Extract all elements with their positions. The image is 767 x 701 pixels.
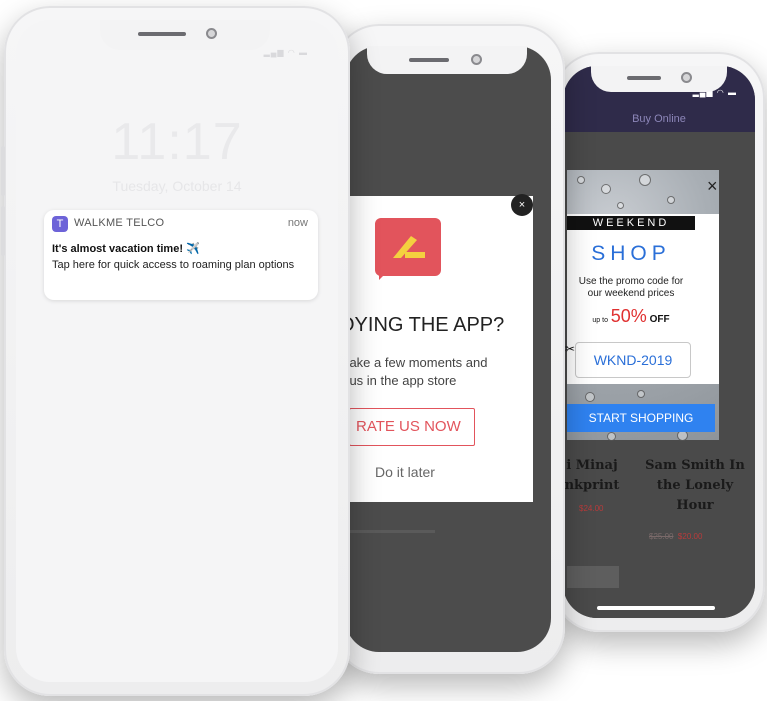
notification-card[interactable]: T WALKME TELCO now It's almost vacation … xyxy=(44,210,318,300)
notification-app-name: WALKME TELCO xyxy=(74,217,165,229)
product-grid: i Minaj nkprint $24.00 Sam Smith In the … xyxy=(563,452,755,618)
app-icon: T xyxy=(52,216,68,232)
water-drop xyxy=(601,184,611,194)
product-price: $24.00 xyxy=(579,504,604,513)
phone-rate: JOYING THE APP? e take a few moments and… xyxy=(330,24,565,674)
logo-tail xyxy=(379,266,393,280)
side-button xyxy=(1,146,5,196)
promo-discount: up to 50% OFF xyxy=(567,306,695,327)
product-price-row: $25.00 $20.00 xyxy=(649,526,702,544)
rate-dialog: JOYING THE APP? e take a few moments and… xyxy=(345,194,535,502)
divider xyxy=(345,530,435,533)
lock-date: Tuesday, October 14 xyxy=(112,178,242,194)
phone-lock: ▂▄▆ ◠ ▬ 11:17 Tuesday, October 14 T WALK… xyxy=(1,6,350,696)
close-icon[interactable]: × xyxy=(511,194,533,216)
lock-screen: ▂▄▆ ◠ ▬ 11:17 Tuesday, October 14 T WALK… xyxy=(16,20,338,682)
speaker xyxy=(409,58,449,62)
scissors-icon: ✂ xyxy=(565,342,576,356)
promo-text-line2: our weekend prices xyxy=(587,288,675,299)
water-drop xyxy=(577,176,585,184)
product-title-line: i Minaj xyxy=(566,458,618,473)
notification-time: now xyxy=(287,217,308,229)
product-thumbnail[interactable] xyxy=(567,566,619,588)
product-title-line: nkprint xyxy=(564,478,620,493)
water-drop xyxy=(667,196,675,204)
water-drop xyxy=(607,432,616,441)
product-title[interactable]: Sam Smith In the Lonely Hour xyxy=(639,456,751,516)
off-label: OFF xyxy=(649,314,670,325)
dialog-title: JOYING THE APP? xyxy=(345,314,505,336)
dialog-subtitle-line: te us in the app store xyxy=(345,373,457,388)
dialog-subtitle-line: e take a few moments and xyxy=(345,355,488,370)
home-indicator[interactable] xyxy=(597,606,715,610)
camera xyxy=(681,72,692,83)
upto-label: up to xyxy=(592,317,608,324)
dialog-subtitle: e take a few moments and te us in the ap… xyxy=(345,354,535,390)
water-drop xyxy=(585,392,595,402)
product-title-line: the Lonely xyxy=(656,478,734,493)
promo-card: WEEKEND SHOP Use the promo code for our … xyxy=(567,214,719,384)
discount-percent: 50% xyxy=(610,306,647,326)
speaker xyxy=(138,32,186,36)
promo-popup: WEEKEND SHOP Use the promo code for our … xyxy=(565,170,719,441)
water-drop xyxy=(617,202,624,209)
rate-screen: JOYING THE APP? e take a few moments and… xyxy=(345,46,551,652)
lock-clock: 11:17 xyxy=(111,113,243,171)
water-drop xyxy=(637,390,645,398)
promo-text-line1: Use the promo code for xyxy=(578,276,684,287)
camera xyxy=(471,54,482,65)
camera xyxy=(206,28,217,39)
start-shopping-button[interactable]: START SHOPPING xyxy=(567,404,715,432)
weekend-banner: WEEKEND xyxy=(567,216,695,230)
water-drop xyxy=(639,174,651,186)
product-old-price: $25.00 xyxy=(649,532,674,541)
side-button xyxy=(1,206,5,256)
product-title-line: Hour xyxy=(676,498,714,513)
shop-screen: ▂▄▆ ◠ ▬ Buy Online WEEKEND SHOP Use the … xyxy=(563,66,755,618)
notification-body: Tap here for quick access to roaming pla… xyxy=(52,259,295,271)
speaker xyxy=(627,76,661,80)
product-price: $20.00 xyxy=(677,532,703,541)
promo-code-field[interactable]: WKND-2019 xyxy=(575,342,691,378)
rate-us-button[interactable]: RATE US NOW xyxy=(349,408,475,446)
notification-title: It's almost vacation time! ✈️ xyxy=(52,243,200,255)
promo-text: Use the promo code for our weekend price… xyxy=(567,276,695,300)
notch xyxy=(100,20,270,50)
promo-headline: SHOP xyxy=(591,242,671,265)
close-icon[interactable]: × xyxy=(707,176,718,197)
product-title-line: Sam Smith In xyxy=(645,458,745,473)
notch xyxy=(591,66,727,92)
shop-header-title: Buy Online xyxy=(632,113,686,125)
product-title[interactable]: i Minaj nkprint xyxy=(563,456,627,496)
phone-shop: ▂▄▆ ◠ ▬ Buy Online WEEKEND SHOP Use the … xyxy=(550,52,765,632)
do-it-later-link[interactable]: Do it later xyxy=(375,464,435,480)
notch xyxy=(367,46,527,74)
status-icons: ▂▄▆ ◠ ▬ xyxy=(263,48,308,57)
